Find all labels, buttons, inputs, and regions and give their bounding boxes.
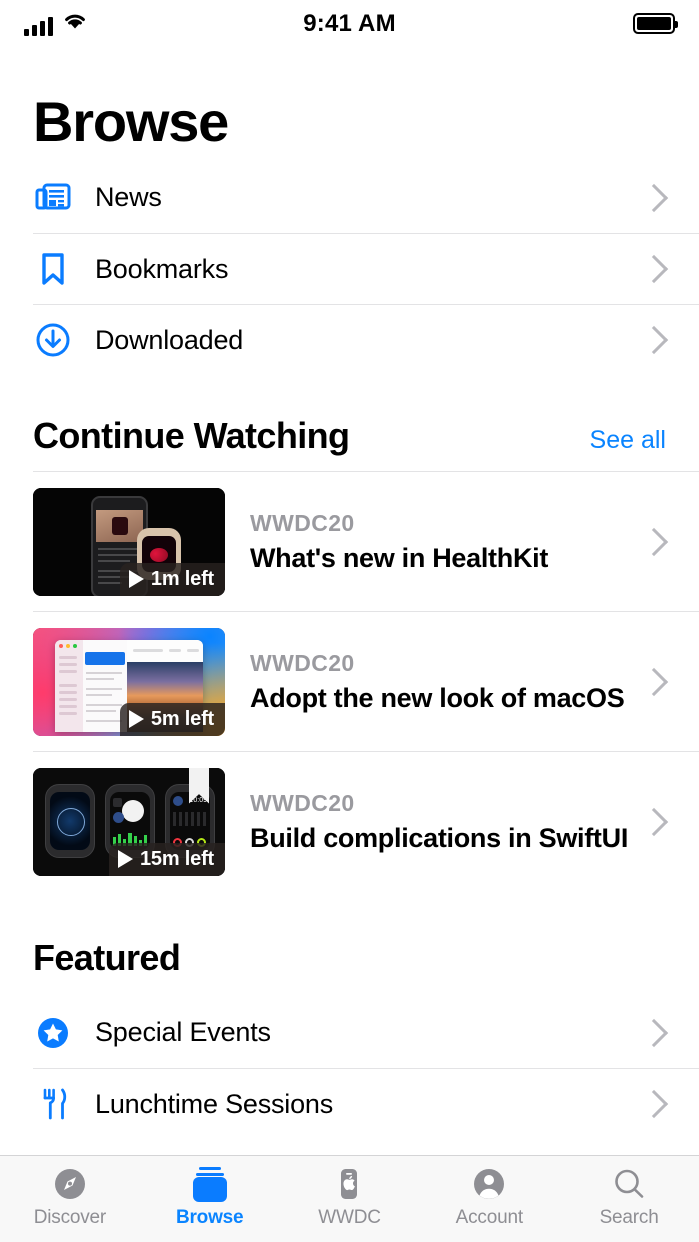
chevron-right-icon bbox=[640, 807, 668, 835]
bookmark-icon bbox=[33, 249, 95, 289]
chevron-right-icon bbox=[640, 326, 668, 354]
chevron-right-icon bbox=[640, 527, 668, 555]
browse-row-label: Bookmarks bbox=[95, 254, 644, 285]
video-title: Adopt the new look of macOS bbox=[250, 683, 644, 714]
chevron-right-icon bbox=[640, 1018, 668, 1046]
browse-row-bookmarks[interactable]: Bookmarks bbox=[33, 233, 699, 304]
chevron-right-icon bbox=[640, 667, 668, 695]
featured-row-label: Special Events bbox=[95, 1017, 644, 1048]
healthkit-ecg-thumbnail: 1m left bbox=[33, 488, 225, 596]
video-text: WWDC20 Build complications in SwiftUI bbox=[225, 790, 644, 854]
see-all-button[interactable]: See all bbox=[590, 426, 666, 455]
apple-watch-complications-thumbnail: 10:09 15m left bbox=[33, 768, 225, 876]
section-title: Featured bbox=[33, 937, 180, 979]
macos-bigsur-mail-thumbnail: 5m left bbox=[33, 628, 225, 736]
browse-row-news[interactable]: News bbox=[33, 162, 699, 233]
time-remaining-badge: 1m left bbox=[120, 563, 225, 596]
video-row-swiftui[interactable]: 10:09 15m left WWDC20 Build complication… bbox=[33, 751, 699, 891]
tab-account[interactable]: Account bbox=[419, 1165, 559, 1229]
time-remaining-label: 1m left bbox=[151, 568, 214, 591]
browse-links-list: News Bookmarks Downloaded bbox=[0, 162, 699, 375]
play-icon bbox=[129, 570, 144, 588]
time-remaining-badge: 5m left bbox=[120, 703, 225, 736]
video-eyebrow: WWDC20 bbox=[250, 510, 644, 537]
featured-row-lunchtime-sessions[interactable]: Lunchtime Sessions bbox=[33, 1068, 699, 1139]
tab-search[interactable]: Search bbox=[559, 1165, 699, 1229]
featured-list: Special Events Lunchtime Sessions bbox=[0, 997, 699, 1139]
star-circle-icon bbox=[33, 1013, 95, 1053]
chevron-right-icon bbox=[640, 183, 668, 211]
featured-row-label: Lunchtime Sessions bbox=[95, 1089, 644, 1120]
iphone-apple-logo-icon bbox=[329, 1165, 369, 1203]
tab-browse[interactable]: Browse bbox=[140, 1165, 280, 1229]
status-bar: 9:41 AM bbox=[0, 0, 699, 46]
continue-watching-header: Continue Watching See all bbox=[33, 375, 699, 471]
chevron-right-icon bbox=[640, 255, 668, 283]
browse-row-downloaded[interactable]: Downloaded bbox=[33, 304, 699, 375]
newspaper-icon bbox=[33, 178, 95, 218]
video-row-macos[interactable]: 5m left WWDC20 Adopt the new look of mac… bbox=[33, 611, 699, 751]
video-eyebrow: WWDC20 bbox=[250, 650, 644, 677]
play-icon bbox=[129, 710, 144, 728]
tab-discover[interactable]: Discover bbox=[0, 1165, 140, 1229]
fork-knife-icon bbox=[33, 1084, 95, 1124]
magnifier-icon bbox=[609, 1165, 649, 1203]
tab-label: Browse bbox=[176, 1207, 243, 1229]
download-circle-icon bbox=[33, 320, 95, 360]
continue-watching-list: 1m left WWDC20 What's new in HealthKit bbox=[0, 471, 699, 891]
person-circle-icon bbox=[469, 1165, 509, 1203]
tab-label: Discover bbox=[34, 1207, 106, 1229]
tab-label: WWDC bbox=[318, 1207, 381, 1229]
play-icon bbox=[118, 850, 133, 868]
tab-bar: Discover Browse WWDC Account bbox=[0, 1155, 699, 1242]
tab-wwdc[interactable]: WWDC bbox=[280, 1165, 420, 1229]
tab-label: Search bbox=[600, 1207, 659, 1229]
page-title: Browse bbox=[0, 46, 699, 162]
tab-label: Account bbox=[456, 1207, 523, 1229]
compass-icon bbox=[50, 1165, 90, 1203]
video-text: WWDC20 Adopt the new look of macOS bbox=[225, 650, 644, 714]
battery-full-icon bbox=[633, 13, 675, 34]
video-title: Build complications in SwiftUI bbox=[250, 823, 644, 854]
video-text: WWDC20 What's new in HealthKit bbox=[225, 510, 644, 574]
section-title: Continue Watching bbox=[33, 415, 349, 457]
browse-row-label: Downloaded bbox=[95, 325, 644, 356]
featured-header: Featured bbox=[33, 891, 699, 997]
browse-row-label: News bbox=[95, 182, 644, 213]
video-row-healthkit[interactable]: 1m left WWDC20 What's new in HealthKit bbox=[33, 471, 699, 611]
time-remaining-label: 15m left bbox=[140, 848, 214, 871]
video-eyebrow: WWDC20 bbox=[250, 790, 644, 817]
status-bar-clock: 9:41 AM bbox=[0, 10, 699, 38]
featured-row-special-events[interactable]: Special Events bbox=[33, 997, 699, 1068]
video-title: What's new in HealthKit bbox=[250, 543, 644, 574]
stacked-cards-icon bbox=[191, 1165, 229, 1203]
time-remaining-label: 5m left bbox=[151, 708, 214, 731]
chevron-right-icon bbox=[640, 1090, 668, 1118]
time-remaining-badge: 15m left bbox=[109, 843, 225, 876]
